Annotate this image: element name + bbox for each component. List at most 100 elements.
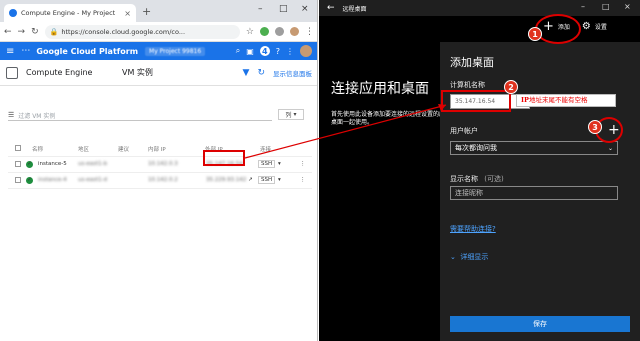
gcp-favicon-icon	[9, 9, 17, 17]
filter-bar[interactable]: ☰ 过滤 VM 实例	[8, 110, 272, 121]
ssh-dropdown-icon[interactable]: ▾	[278, 177, 281, 183]
hamburger-menu-icon[interactable]: ≡	[6, 46, 14, 57]
browser-toolbar: ← → ↻ 🔒 https://console.cloud.google.com…	[0, 22, 317, 42]
external-ip-highlight	[203, 150, 245, 166]
external-ip[interactable]: 35.229.93.142	[206, 177, 246, 183]
instance-name[interactable]: instance-4	[38, 177, 67, 183]
new-tab-icon[interactable]: +	[142, 5, 151, 18]
col-internal-ip: 内部 IP	[148, 147, 166, 153]
col-recommend: 建议	[118, 147, 130, 153]
instance-zone: us-east1-b	[78, 161, 108, 167]
settings-gear-icon[interactable]: ⚙	[582, 20, 591, 33]
maximize-icon[interactable]: □	[279, 4, 288, 14]
user-account-select[interactable]: 每次都询问我 ⌄	[450, 141, 618, 155]
columns-button[interactable]: 列 ▾	[278, 109, 304, 120]
settings-button[interactable]: 设置	[595, 22, 607, 31]
back-arrow-icon[interactable]: ←	[319, 3, 343, 13]
table-row[interactable]: ✓ instance-5 us-east1-b 10.142.0.3 35.14…	[8, 157, 312, 173]
help-icon[interactable]: ?	[276, 47, 280, 56]
project-selector[interactable]: My Project 99816	[145, 46, 206, 56]
ssh-button[interactable]: SSH	[258, 176, 276, 184]
page-subheader: Compute Engine VM 实例 ▼ ↻ 显示信息面板	[0, 60, 317, 86]
display-name-optional: (可选)	[484, 175, 504, 183]
user-account-label: 用户帐户	[450, 127, 478, 135]
maximize-icon[interactable]: □	[602, 2, 610, 11]
internal-ip: 10.142.0.2	[148, 177, 178, 183]
browser-tab[interactable]: Compute Engine - My Project ×	[4, 4, 136, 22]
filter-icon: ☰	[8, 111, 15, 119]
compute-engine-icon	[6, 66, 18, 79]
close-window-icon[interactable]: ×	[301, 4, 309, 14]
note-prefix: IP	[521, 96, 529, 104]
extension-icon[interactable]	[275, 27, 284, 36]
select-all-checkbox[interactable]	[15, 145, 21, 151]
account-avatar[interactable]	[300, 45, 312, 57]
forward-icon[interactable]: →	[18, 27, 26, 37]
computer-name-highlight	[441, 90, 511, 112]
col-connect: 连接	[260, 147, 272, 153]
cloud-shell-icon[interactable]: ▣	[246, 47, 254, 56]
rd-window-title: 远程桌面	[342, 5, 367, 13]
more-icon[interactable]: ⋮	[286, 47, 294, 56]
minimize-icon[interactable]: –	[258, 4, 263, 14]
tab-strip: Compute Engine - My Project × + – □ ×	[0, 0, 317, 22]
user-account-value: 每次都询问我	[455, 144, 497, 152]
table-row[interactable]: ✓ instance-4 us-east1-d 10.142.0.2 35.22…	[8, 173, 312, 189]
close-tab-icon[interactable]: ×	[124, 9, 131, 18]
row-checkbox[interactable]	[15, 161, 21, 167]
gcp-brand[interactable]: Google Cloud Platform	[36, 47, 138, 56]
display-name-input[interactable]: 连接昵称	[450, 186, 618, 200]
ssh-button[interactable]: SSH	[258, 160, 276, 168]
running-status-icon: ✓	[26, 177, 33, 184]
note-text: 地址末尾不能有空格	[528, 96, 588, 104]
refresh-icon[interactable]: ↻	[257, 68, 265, 78]
bookmark-star-icon[interactable]: ☆	[246, 27, 254, 37]
running-status-icon: ✓	[26, 161, 33, 168]
chevron-down-icon: ⌄	[607, 144, 613, 152]
col-zone: 地区	[78, 147, 90, 153]
url-text: https://console.cloud.google.com/co...	[61, 27, 186, 36]
chrome-menu-icon[interactable]: ⋮	[305, 27, 314, 37]
search-icon[interactable]: ⌕	[236, 46, 240, 56]
columns-label: 列	[285, 112, 292, 119]
col-name[interactable]: 名称	[32, 145, 43, 153]
row-checkbox[interactable]	[15, 177, 21, 183]
internal-ip: 10.142.0.3	[148, 161, 178, 167]
notification-badge[interactable]: 4	[259, 46, 270, 56]
product-title: Compute Engine	[26, 68, 93, 77]
row-more-icon[interactable]: ⋮	[300, 177, 306, 183]
display-name-placeholder: 连接昵称	[455, 189, 483, 197]
step-1-marker: 1	[528, 27, 542, 41]
instance-name[interactable]: instance-5	[38, 161, 67, 167]
row-more-icon[interactable]: ⋮	[300, 161, 306, 167]
gcp-header: ≡ ⋯ Google Cloud Platform My Project 998…	[0, 42, 317, 60]
save-button[interactable]: 保存	[450, 316, 630, 332]
external-link-icon[interactable]: ↗	[248, 177, 253, 183]
show-more-label: 详细显示	[460, 253, 489, 261]
filter-input[interactable]: 过滤 VM 实例	[18, 111, 55, 120]
ip-warning-note: IP地址末尾不能有空格	[516, 94, 616, 107]
remote-desktop-window: ← 远程桌面 – □ × 连接应用和桌面 首先使用此设备添加要连接的远程设置的应…	[319, 0, 640, 341]
help-link[interactable]: 需要帮助连接?	[450, 224, 496, 234]
minimize-icon[interactable]: –	[581, 2, 585, 11]
profile-avatar[interactable]	[290, 27, 299, 36]
back-icon[interactable]: ←	[4, 27, 12, 37]
page-title: VM 实例	[122, 68, 153, 77]
close-window-icon[interactable]: ×	[624, 2, 631, 11]
instance-zone: us-east1-d	[78, 177, 108, 183]
lock-icon: 🔒	[49, 27, 59, 36]
step-3-marker: 3	[588, 120, 602, 134]
show-more-toggle[interactable]: ⌄ 详细显示	[450, 252, 488, 262]
computer-name-label: 计算机名称	[450, 81, 485, 89]
hero-title: 连接应用和桌面	[331, 81, 429, 97]
bookmark-icon[interactable]: ▼	[243, 68, 250, 78]
header-actions: ⌕ ▣ 4 ? ⋮	[236, 45, 312, 57]
reload-icon[interactable]: ↻	[31, 27, 39, 37]
table-header: 名称 地区 建议 内部 IP 外部 IP 连接	[8, 141, 312, 157]
extension-icon[interactable]	[260, 27, 269, 36]
gcp-logo-icon: ⋯	[21, 46, 30, 56]
info-panel-link[interactable]: 显示信息面板	[273, 68, 312, 78]
ssh-dropdown-icon[interactable]: ▾	[278, 161, 281, 167]
chrome-window: Compute Engine - My Project × + – □ × ← …	[0, 0, 318, 341]
address-bar[interactable]: 🔒 https://console.cloud.google.com/co...	[44, 24, 240, 39]
